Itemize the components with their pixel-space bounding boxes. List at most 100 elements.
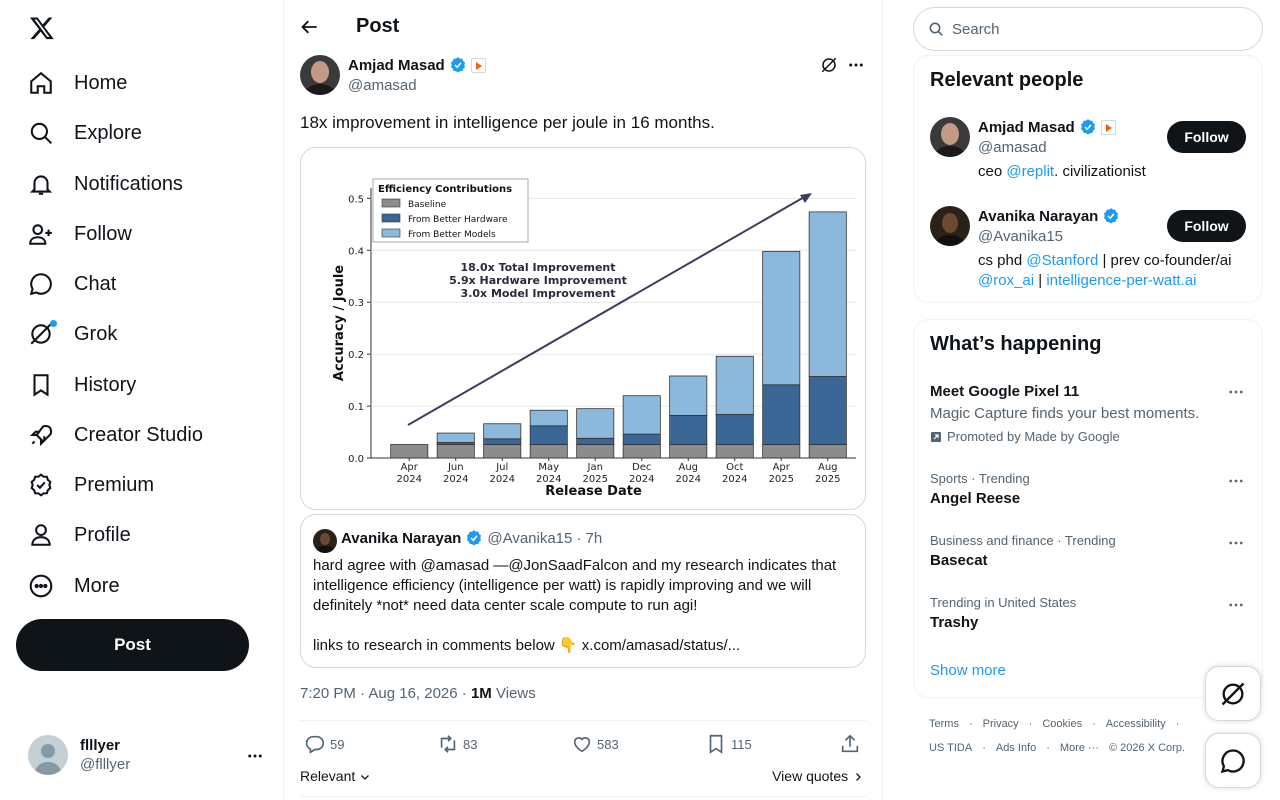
legend-label: From Better Hardware <box>408 215 508 225</box>
verified-badge-icon <box>1080 119 1095 135</box>
bio-link[interactable]: @Stanford <box>1026 252 1098 269</box>
more-icon[interactable] <box>847 56 865 74</box>
bio-link[interactable]: @rox_ai <box>978 272 1034 289</box>
more-icon[interactable] <box>1227 472 1245 490</box>
chat-icon <box>28 271 54 297</box>
whats-happening-card: What’s happening Meet Google Pixel 11 Ma… <box>913 319 1263 698</box>
nav-notifications[interactable]: Notifications <box>28 164 183 204</box>
x-tick-label: Aug <box>678 462 698 473</box>
avatar <box>28 735 68 775</box>
grok-icon <box>28 320 57 347</box>
nav-more[interactable]: More <box>28 566 120 606</box>
more-icon[interactable] <box>1227 383 1245 401</box>
bar-segment <box>529 409 568 427</box>
share-button[interactable] <box>839 733 861 755</box>
back-arrow-icon[interactable] <box>300 17 320 37</box>
y-tick-label: 0.2 <box>348 350 364 361</box>
quote-text: hard agree with @amasad —@JonSaadFalcon … <box>313 557 837 654</box>
nav-label: Explore <box>74 121 142 144</box>
timestamp[interactable]: 7:20 PM · Aug 16, 2026 · <box>300 685 467 702</box>
grok-icon[interactable] <box>820 56 838 74</box>
more-icon[interactable] <box>1227 534 1245 552</box>
nav-home[interactable]: Home <box>28 63 127 103</box>
promoted-label: Promoted by Made by Google <box>930 429 1120 444</box>
footer-link[interactable]: Cookies <box>1042 718 1082 730</box>
nav-explore[interactable]: Explore <box>28 113 142 153</box>
search-input[interactable] <box>952 20 1232 38</box>
bookmark-icon <box>28 372 54 398</box>
footer-link[interactable]: US TIDA <box>929 742 972 754</box>
x-tick-label: 2024 <box>443 474 468 485</box>
avatar[interactable] <box>930 206 970 246</box>
quote-time: · 7h <box>576 529 603 547</box>
footer-link[interactable]: Privacy <box>983 718 1019 730</box>
repost-button[interactable]: 83 <box>437 733 477 755</box>
bar-segment <box>622 433 661 445</box>
show-more-link[interactable]: Show more <box>930 662 1006 679</box>
view-count: 1M <box>470 685 492 702</box>
x-tick-label: 2025 <box>815 474 840 485</box>
trend-name[interactable]: Meet Google Pixel 11 <box>930 383 1079 400</box>
nav-label: Profile <box>74 523 131 546</box>
more-icon[interactable] <box>246 747 264 765</box>
search-icon <box>28 120 54 146</box>
trend-context: Business and finance · Trending <box>930 533 1116 548</box>
bell-icon <box>28 171 54 197</box>
account-switcher[interactable]: flllyer @flllyer <box>16 730 274 780</box>
reply-count: 59 <box>330 736 345 752</box>
follow-button[interactable]: Follow <box>1167 210 1246 242</box>
bio-link[interactable]: intelligence-per-watt.ai <box>1046 272 1196 289</box>
x-logo-icon[interactable] <box>29 15 55 41</box>
quoted-tweet[interactable]: Avanika Narayan @Avanika15 · 7h hard agr… <box>300 514 866 668</box>
avatar[interactable] <box>930 117 970 157</box>
follow-button[interactable]: Follow <box>1167 121 1246 153</box>
bar-segment <box>808 376 847 445</box>
footer-link[interactable]: Accessibility <box>1106 718 1166 730</box>
nav-profile[interactable]: Profile <box>28 515 131 555</box>
footer-link[interactable]: Ads Info <box>996 742 1036 754</box>
bar-segment <box>762 444 801 459</box>
account-handle: @flllyer <box>80 756 131 773</box>
nav-history[interactable]: History <box>28 365 136 405</box>
tweet-media[interactable]: 0.0 0.1 0.2 0.3 0.4 0.5 Apr 2024 Jun 2024 Jul 2024 M… <box>300 147 866 510</box>
author-avatar[interactable] <box>300 55 340 95</box>
person-name-row[interactable]: Avanika Narayan <box>978 207 1120 225</box>
nav-label: Chat <box>74 272 117 295</box>
view-quotes-link[interactable]: View quotes <box>772 768 864 784</box>
bar-segment <box>622 395 661 435</box>
nav-chat[interactable]: Chat <box>28 264 116 304</box>
like-button[interactable]: 583 <box>571 733 619 755</box>
nav-follow[interactable]: Follow <box>28 214 132 254</box>
nav-creator-studio[interactable]: Creator Studio <box>28 415 203 455</box>
footer-link[interactable]: Terms <box>929 718 959 730</box>
trend-name[interactable]: Angel Reese <box>930 490 1020 507</box>
trend-name[interactable]: Trashy <box>930 614 978 631</box>
reply-button[interactable]: 59 <box>304 733 344 755</box>
x-tick-label: May <box>538 462 559 473</box>
copyright: © 2026 X Corp. <box>1109 742 1185 754</box>
bookmark-button[interactable]: 115 <box>705 733 752 755</box>
nav-premium[interactable]: Premium <box>28 465 154 505</box>
author-name[interactable]: Amjad Masad <box>348 57 445 74</box>
author-handle[interactable]: @amasad <box>348 77 417 94</box>
search-box[interactable] <box>913 7 1263 51</box>
nav-grok[interactable]: Grok <box>28 314 117 354</box>
bar-segment <box>715 355 754 415</box>
trend-name[interactable]: Basecat <box>930 552 988 569</box>
person-name-row[interactable]: Amjad Masad <box>978 118 1116 136</box>
footer-link[interactable]: More ··· <box>1060 742 1099 754</box>
post-button[interactable]: Post <box>16 619 249 671</box>
person-handle[interactable]: @amasad <box>978 139 1047 156</box>
grok-floating-button[interactable] <box>1205 666 1261 721</box>
author-name-row[interactable]: Amjad Masad <box>348 56 486 74</box>
grok-icon <box>1221 682 1245 705</box>
more-icon[interactable] <box>1227 596 1245 614</box>
bio-link[interactable]: @replit <box>1006 163 1054 180</box>
verified-badge-icon <box>28 472 54 498</box>
views-label: Views <box>495 685 536 702</box>
x-tick-label: 2024 <box>397 474 422 485</box>
messages-floating-button[interactable] <box>1205 733 1261 788</box>
person-handle[interactable]: @Avanika15 <box>978 228 1063 245</box>
trend-context: Trending in United States <box>930 595 1077 610</box>
reply-sort-dropdown[interactable]: Relevant <box>300 768 371 784</box>
